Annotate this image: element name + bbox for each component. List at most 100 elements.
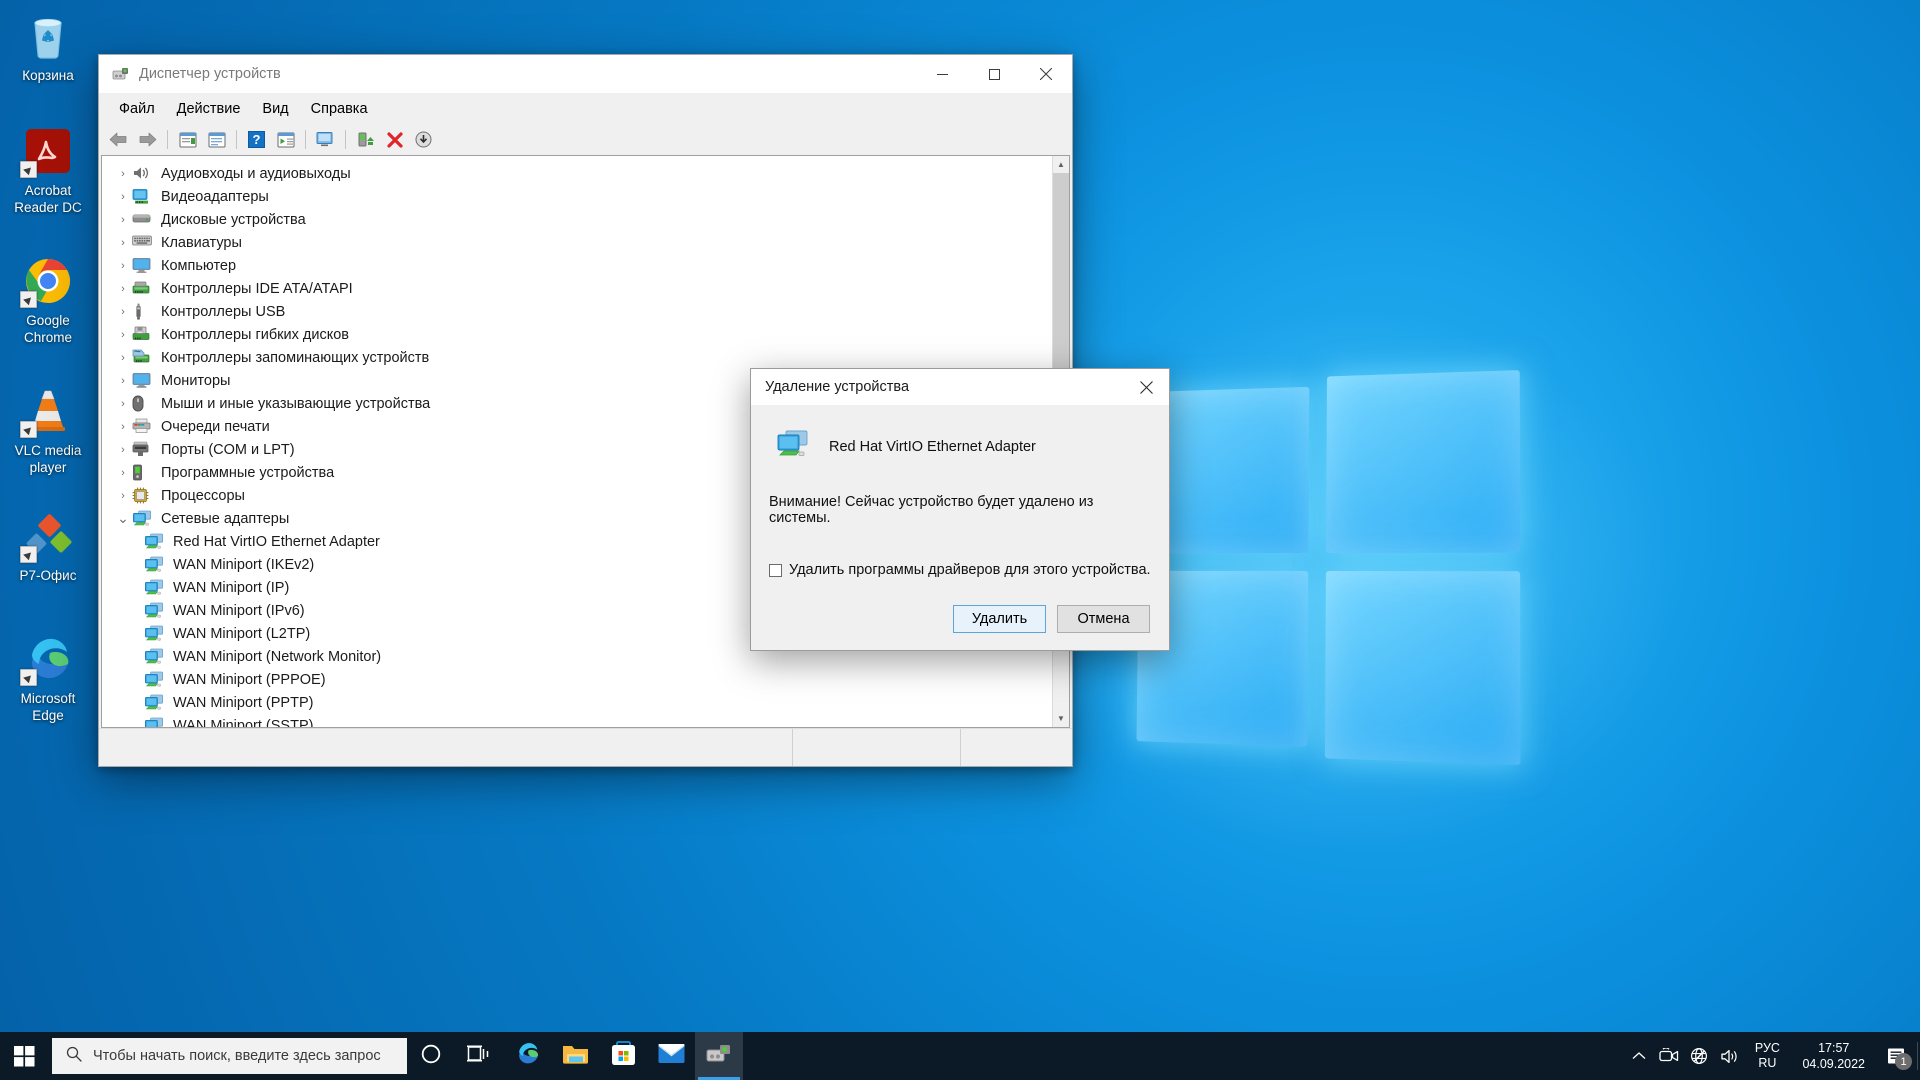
device-tree-row[interactable]: WAN Miniport (PPTP): [102, 691, 1052, 714]
show-hidden-icons-button[interactable]: [1624, 1032, 1654, 1080]
properties-icon[interactable]: [174, 127, 201, 152]
dialog-close-button[interactable]: [1123, 370, 1169, 405]
menu-item-help[interactable]: Справка: [300, 97, 379, 121]
device-tree-row[interactable]: ›Компьютер: [102, 254, 1052, 277]
clock[interactable]: 17:57 04.09.2022: [1790, 1032, 1877, 1080]
device-tree-row[interactable]: ›Контроллеры гибких дисков: [102, 323, 1052, 346]
menu-item-view[interactable]: Вид: [251, 97, 299, 121]
chevron-right-icon[interactable]: ›: [114, 395, 132, 413]
forward-arrow-icon[interactable]: [134, 127, 161, 152]
search-icon: [66, 1046, 82, 1067]
system-tray[interactable]: РУС RU 17:57 04.09.2022 1: [1624, 1032, 1920, 1080]
desktop-icon-microsoft-edge[interactable]: Microsoft Edge: [0, 633, 96, 724]
menu-item-action[interactable]: Действие: [166, 97, 252, 121]
device-tree-row[interactable]: ›Контроллеры IDE ATA/ATAPI: [102, 277, 1052, 300]
dialog-button-row[interactable]: Удалить Отмена: [751, 588, 1169, 650]
device-tree-label: Аудиовходы и аудиовыходы: [161, 166, 351, 182]
show-hidden-devices-icon[interactable]: [203, 127, 230, 152]
chevron-right-icon[interactable]: ›: [114, 257, 132, 275]
delete-driver-checkbox[interactable]: Удалить программы драйверов для этого ус…: [769, 562, 1151, 578]
remove-device-dialog[interactable]: Удаление устройства Red Hat VirtIO Ether…: [750, 368, 1170, 651]
chevron-right-icon[interactable]: ›: [114, 487, 132, 505]
chevron-right-icon[interactable]: ›: [114, 303, 132, 321]
scroll-down-arrow-icon[interactable]: ▼: [1053, 710, 1069, 727]
window-title: Диспетчер устройств: [139, 66, 916, 82]
taskbar-microsoft-store[interactable]: [599, 1032, 647, 1080]
desktop-icon-label: Google Chrome: [0, 312, 96, 346]
chevron-right-icon[interactable]: ›: [114, 234, 132, 252]
network-adapter-icon: [144, 533, 166, 551]
device-tree-row[interactable]: ›Клавиатуры: [102, 231, 1052, 254]
scan-for-changes-icon[interactable]: [410, 127, 437, 152]
chevron-right-icon[interactable]: ›: [114, 464, 132, 482]
taskbar[interactable]: Чтобы начать поиск, введите здесь запрос: [0, 1032, 1920, 1080]
device-tree-row[interactable]: WAN Miniport (PPPOE): [102, 668, 1052, 691]
taskbar-cortana[interactable]: [407, 1032, 455, 1080]
taskbar-file-explorer[interactable]: [551, 1032, 599, 1080]
back-arrow-icon[interactable]: [105, 127, 132, 152]
checkbox-box[interactable]: [769, 564, 782, 577]
microsoft-edge-icon: [514, 1040, 541, 1072]
language-indicator[interactable]: РУС RU: [1744, 1032, 1790, 1080]
show-desktop-button[interactable]: [1917, 1042, 1918, 1070]
device-tree-label: Процессоры: [161, 488, 245, 504]
scan-hardware-icon[interactable]: [272, 127, 299, 152]
port-icon: [132, 441, 154, 459]
search-input[interactable]: Чтобы начать поиск, введите здесь запрос: [52, 1038, 407, 1074]
scroll-up-arrow-icon[interactable]: ▲: [1053, 156, 1069, 173]
shortcut-overlay-icon: [20, 291, 37, 308]
desktop-icon-acrobat-reader[interactable]: Acrobat Reader DC: [0, 125, 96, 216]
update-driver-icon[interactable]: [312, 127, 339, 152]
desktop-icon-google-chrome[interactable]: Google Chrome: [0, 255, 96, 346]
taskbar-microsoft-edge[interactable]: [503, 1032, 551, 1080]
device-tree-row[interactable]: ›Контроллеры запоминающих устройств: [102, 346, 1052, 369]
chevron-right-icon[interactable]: ›: [114, 326, 132, 344]
desktop-icon-label: Р7-Офис: [0, 567, 96, 584]
close-button[interactable]: [1020, 56, 1072, 93]
start-button[interactable]: [0, 1032, 48, 1080]
volume-button[interactable]: [1714, 1032, 1744, 1080]
uninstall-device-icon[interactable]: [381, 127, 408, 152]
chevron-right-icon[interactable]: ›: [114, 211, 132, 229]
microsoft-store-icon: [611, 1041, 636, 1071]
taskbar-device-manager[interactable]: [695, 1032, 743, 1080]
menu-bar[interactable]: Файл Действие Вид Справка: [99, 93, 1072, 124]
desktop-icon-p7-office[interactable]: Р7-Офис: [0, 510, 96, 584]
chevron-right-icon[interactable]: ›: [114, 441, 132, 459]
minimize-button[interactable]: [916, 56, 968, 93]
menu-item-file[interactable]: Файл: [108, 97, 166, 121]
toolbar[interactable]: ?: [99, 124, 1072, 155]
device-tree-row[interactable]: WAN Miniport (SSTP): [102, 714, 1052, 727]
device-tree-row[interactable]: ›Дисковые устройства: [102, 208, 1052, 231]
enable-device-icon[interactable]: [352, 127, 379, 152]
cancel-button[interactable]: Отмена: [1057, 605, 1150, 633]
chevron-right-icon[interactable]: ›: [114, 349, 132, 367]
confirm-delete-button[interactable]: Удалить: [953, 605, 1046, 633]
device-tree-row[interactable]: ›Видеоадаптеры: [102, 185, 1052, 208]
notifications-button[interactable]: 1: [1877, 1032, 1915, 1080]
chevron-down-icon[interactable]: ⌄: [114, 510, 132, 528]
chevron-right-icon[interactable]: ›: [114, 188, 132, 206]
network-status-button[interactable]: [1684, 1032, 1714, 1080]
chevron-right-icon[interactable]: ›: [114, 372, 132, 390]
desktop[interactable]: Корзина Acrobat Reader DC Google Chrome: [0, 0, 1920, 1080]
desktop-icon-label: VLC media player: [0, 442, 96, 476]
chevron-right-icon[interactable]: ›: [114, 418, 132, 436]
device-tree-row[interactable]: ›Контроллеры USB: [102, 300, 1052, 323]
desktop-icon-vlc-media-player[interactable]: VLC media player: [0, 385, 96, 476]
chevron-right-icon[interactable]: ›: [114, 165, 132, 183]
maximize-button[interactable]: [968, 56, 1020, 93]
help-icon[interactable]: ?: [243, 127, 270, 152]
network-adapter-icon: [144, 556, 166, 574]
clock-time: 17:57: [1818, 1040, 1849, 1056]
chevron-right-icon[interactable]: ›: [114, 280, 132, 298]
taskbar-mail[interactable]: [647, 1032, 695, 1080]
display-adapter-icon: [132, 188, 154, 206]
device-tree-row[interactable]: › Аудиовходы и аудиовыходы: [102, 162, 1052, 185]
dialog-titlebar[interactable]: Удаление устройства: [751, 369, 1169, 405]
meet-now-button[interactable]: [1654, 1032, 1684, 1080]
device-tree-label: Программные устройства: [161, 465, 334, 481]
window-titlebar[interactable]: Диспетчер устройств: [99, 55, 1072, 93]
taskbar-task-view[interactable]: [455, 1032, 503, 1080]
desktop-icon-recycle-bin[interactable]: Корзина: [0, 10, 96, 84]
